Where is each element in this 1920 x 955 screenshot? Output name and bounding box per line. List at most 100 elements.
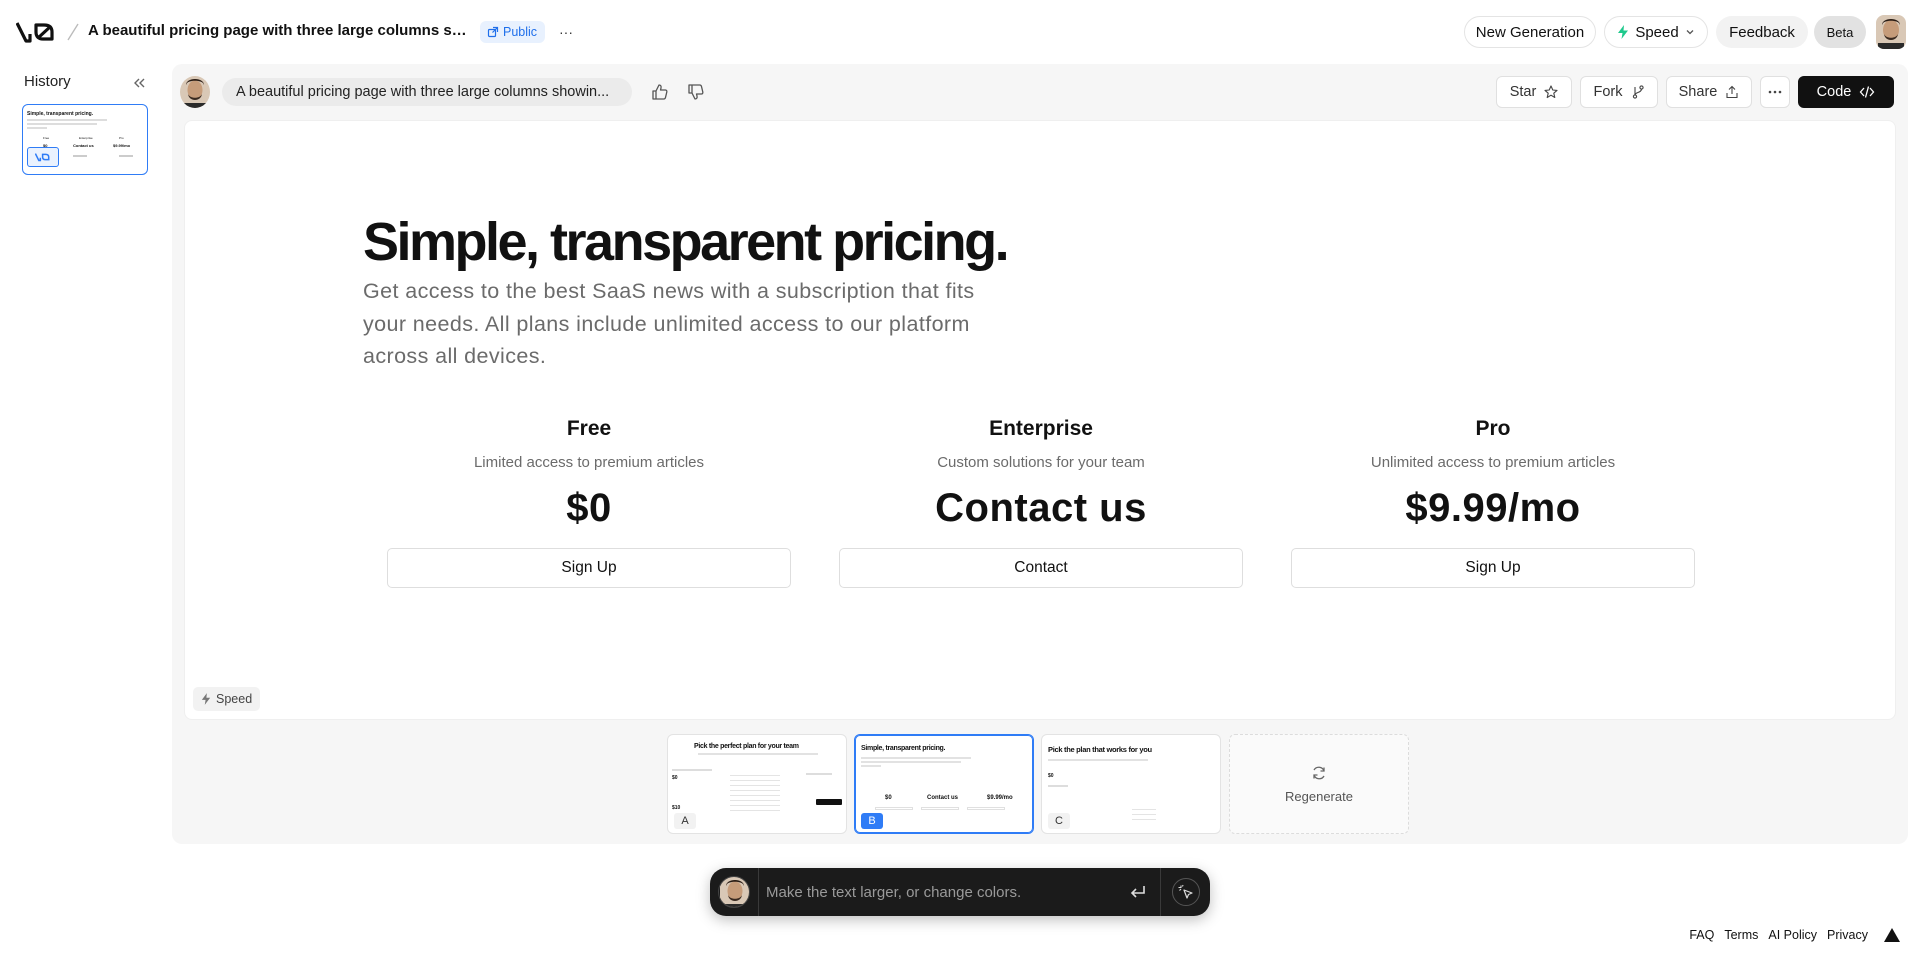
variant-letter: A <box>674 813 696 829</box>
chevron-down-icon <box>1686 30 1694 35</box>
variant-price: Contact us <box>927 795 959 801</box>
pricing-title: Simple, transparent pricing. <box>363 212 1010 272</box>
user-avatar <box>718 876 750 908</box>
thumb-title: Simple, transparent pricing. <box>27 111 94 117</box>
faq-link[interactable]: FAQ <box>1689 928 1714 942</box>
privacy-link[interactable]: Privacy <box>1827 928 1868 942</box>
variant-thumbnail-c[interactable]: Pick the plan that works for you $0 C <box>1041 734 1221 834</box>
thumb-plan-name: Free <box>43 136 50 140</box>
prompt-composer <box>710 868 1210 916</box>
ai-policy-link[interactable]: AI Policy <box>1768 928 1817 942</box>
variant-thumbnail-a[interactable]: Pick the perfect plan for your team $0 $… <box>667 734 847 834</box>
sign-up-button[interactable]: Sign Up <box>387 548 791 588</box>
thumbs-up-icon[interactable] <box>650 82 670 102</box>
variant-title: Pick the perfect plan for your team <box>694 743 799 750</box>
terms-link[interactable]: Terms <box>1724 928 1758 942</box>
v0-logo-icon <box>35 153 50 162</box>
feedback-button[interactable]: Feedback <box>1716 16 1808 48</box>
share-link-icon <box>487 26 499 38</box>
visibility-label: Public <box>503 25 538 39</box>
visibility-badge[interactable]: Public <box>480 21 546 43</box>
pricing-subtitle: Get access to the best SaaS news with a … <box>363 279 975 368</box>
variant-price: $9.99/mo <box>987 795 1013 801</box>
history-sidebar: History Simple, transparent pricing. Fre… <box>0 64 160 844</box>
plan-name: Free <box>566 417 612 440</box>
plan-card-pro: Pro Unlimited access to premium articles… <box>1291 417 1695 588</box>
composer-divider <box>758 868 759 916</box>
regenerate-button[interactable]: Regenerate <box>1229 734 1409 834</box>
variant-title: Simple, transparent pricing. <box>861 745 946 752</box>
breadcrumb-separator-icon <box>67 23 79 41</box>
thumb-plan-name: Pro <box>119 136 124 140</box>
fork-label: Fork <box>1593 84 1623 100</box>
thumb-v0-badge <box>27 147 59 167</box>
generation-title[interactable]: A beautiful pricing page with three larg… <box>88 22 468 39</box>
code-label: Code <box>1816 84 1852 100</box>
git-fork-icon <box>1632 85 1644 99</box>
variant-price: $0 <box>885 795 892 801</box>
more-options-button[interactable]: ··· <box>555 21 577 43</box>
plan-name: Enterprise <box>989 417 1093 440</box>
select-element-button[interactable] <box>1172 878 1200 906</box>
plan-card-enterprise: Enterprise Custom solutions for your tea… <box>839 417 1243 588</box>
plan-name: Pro <box>1475 417 1511 440</box>
model-tag-label: Speed <box>216 692 253 706</box>
lightning-icon <box>1618 25 1629 39</box>
ellipsis-icon <box>1768 90 1782 94</box>
user-avatar[interactable] <box>1876 15 1906 49</box>
model-select-label: Speed <box>1635 23 1679 41</box>
prompt-text: A beautiful pricing page with three larg… <box>236 84 610 100</box>
share-label: Share <box>1678 84 1718 100</box>
variant-title: Pick the plan that works for you <box>1048 745 1152 754</box>
collapse-sidebar-icon[interactable] <box>130 74 148 92</box>
star-label: Star <box>1509 84 1537 100</box>
more-actions-button[interactable] <box>1760 76 1790 108</box>
share-button[interactable]: Share <box>1666 76 1752 108</box>
composer-divider <box>1160 868 1161 916</box>
new-generation-button[interactable]: New Generation <box>1464 16 1596 48</box>
upload-icon <box>1726 85 1738 99</box>
fork-button[interactable]: Fork <box>1580 76 1658 108</box>
contact-button[interactable]: Contact <box>839 548 1243 588</box>
thumb-price: $9.99/mo <box>113 143 131 148</box>
history-title: History <box>24 73 71 90</box>
variant-letter: C <box>1048 813 1070 829</box>
plan-price: Contact us <box>935 486 1147 530</box>
plan-price: $0 <box>566 486 612 530</box>
variant-price: $10 <box>672 805 681 811</box>
generated-preview: Simple, transparent pricing. Get access … <box>184 120 1896 720</box>
sign-up-button[interactable]: Sign Up <box>1291 548 1695 588</box>
code-button[interactable]: Code <box>1798 76 1894 108</box>
plan-description: Custom solutions for your team <box>937 454 1145 471</box>
thumb-price: Contact us <box>73 143 94 148</box>
v0-logo-icon[interactable] <box>16 19 58 45</box>
beta-badge[interactable]: Beta <box>1814 16 1866 48</box>
vercel-triangle-icon[interactable] <box>1884 928 1900 942</box>
plan-description: Limited access to premium articles <box>473 454 705 471</box>
footer-links: FAQ Terms AI Policy Privacy <box>1689 928 1868 942</box>
top-bar: A beautiful pricing page with three larg… <box>0 0 1920 64</box>
refresh-icon <box>1313 766 1325 779</box>
prompt-input[interactable] <box>766 880 1096 904</box>
variant-letter: B <box>861 813 883 829</box>
variant-price: $0 <box>1048 773 1054 779</box>
prompt-author-avatar <box>180 76 210 108</box>
model-select[interactable]: Speed <box>1604 16 1708 48</box>
history-item-thumbnail[interactable]: Simple, transparent pricing. Free Enterp… <box>22 104 148 175</box>
code-icon <box>1859 86 1875 98</box>
variant-thumbnail-b[interactable]: Simple, transparent pricing. $0 Contact … <box>854 734 1034 834</box>
lightning-icon <box>201 693 211 705</box>
plan-card-free: Free Limited access to premium articles … <box>387 417 791 588</box>
star-icon <box>1544 85 1558 99</box>
variant-price: $0 <box>672 775 678 781</box>
model-tag: Speed <box>193 687 261 711</box>
plan-price: $9.99/mo <box>1405 486 1581 530</box>
plan-description: Unlimited access to premium articles <box>1370 454 1616 471</box>
cursor-click-icon <box>1178 884 1193 899</box>
enter-icon[interactable] <box>1128 882 1148 902</box>
prompt-message[interactable]: A beautiful pricing page with three larg… <box>222 78 632 106</box>
thumbs-down-icon[interactable] <box>686 82 706 102</box>
main-panel: A beautiful pricing page with three larg… <box>172 64 1908 844</box>
regenerate-label: Regenerate <box>1285 788 1353 804</box>
star-button[interactable]: Star <box>1496 76 1572 108</box>
